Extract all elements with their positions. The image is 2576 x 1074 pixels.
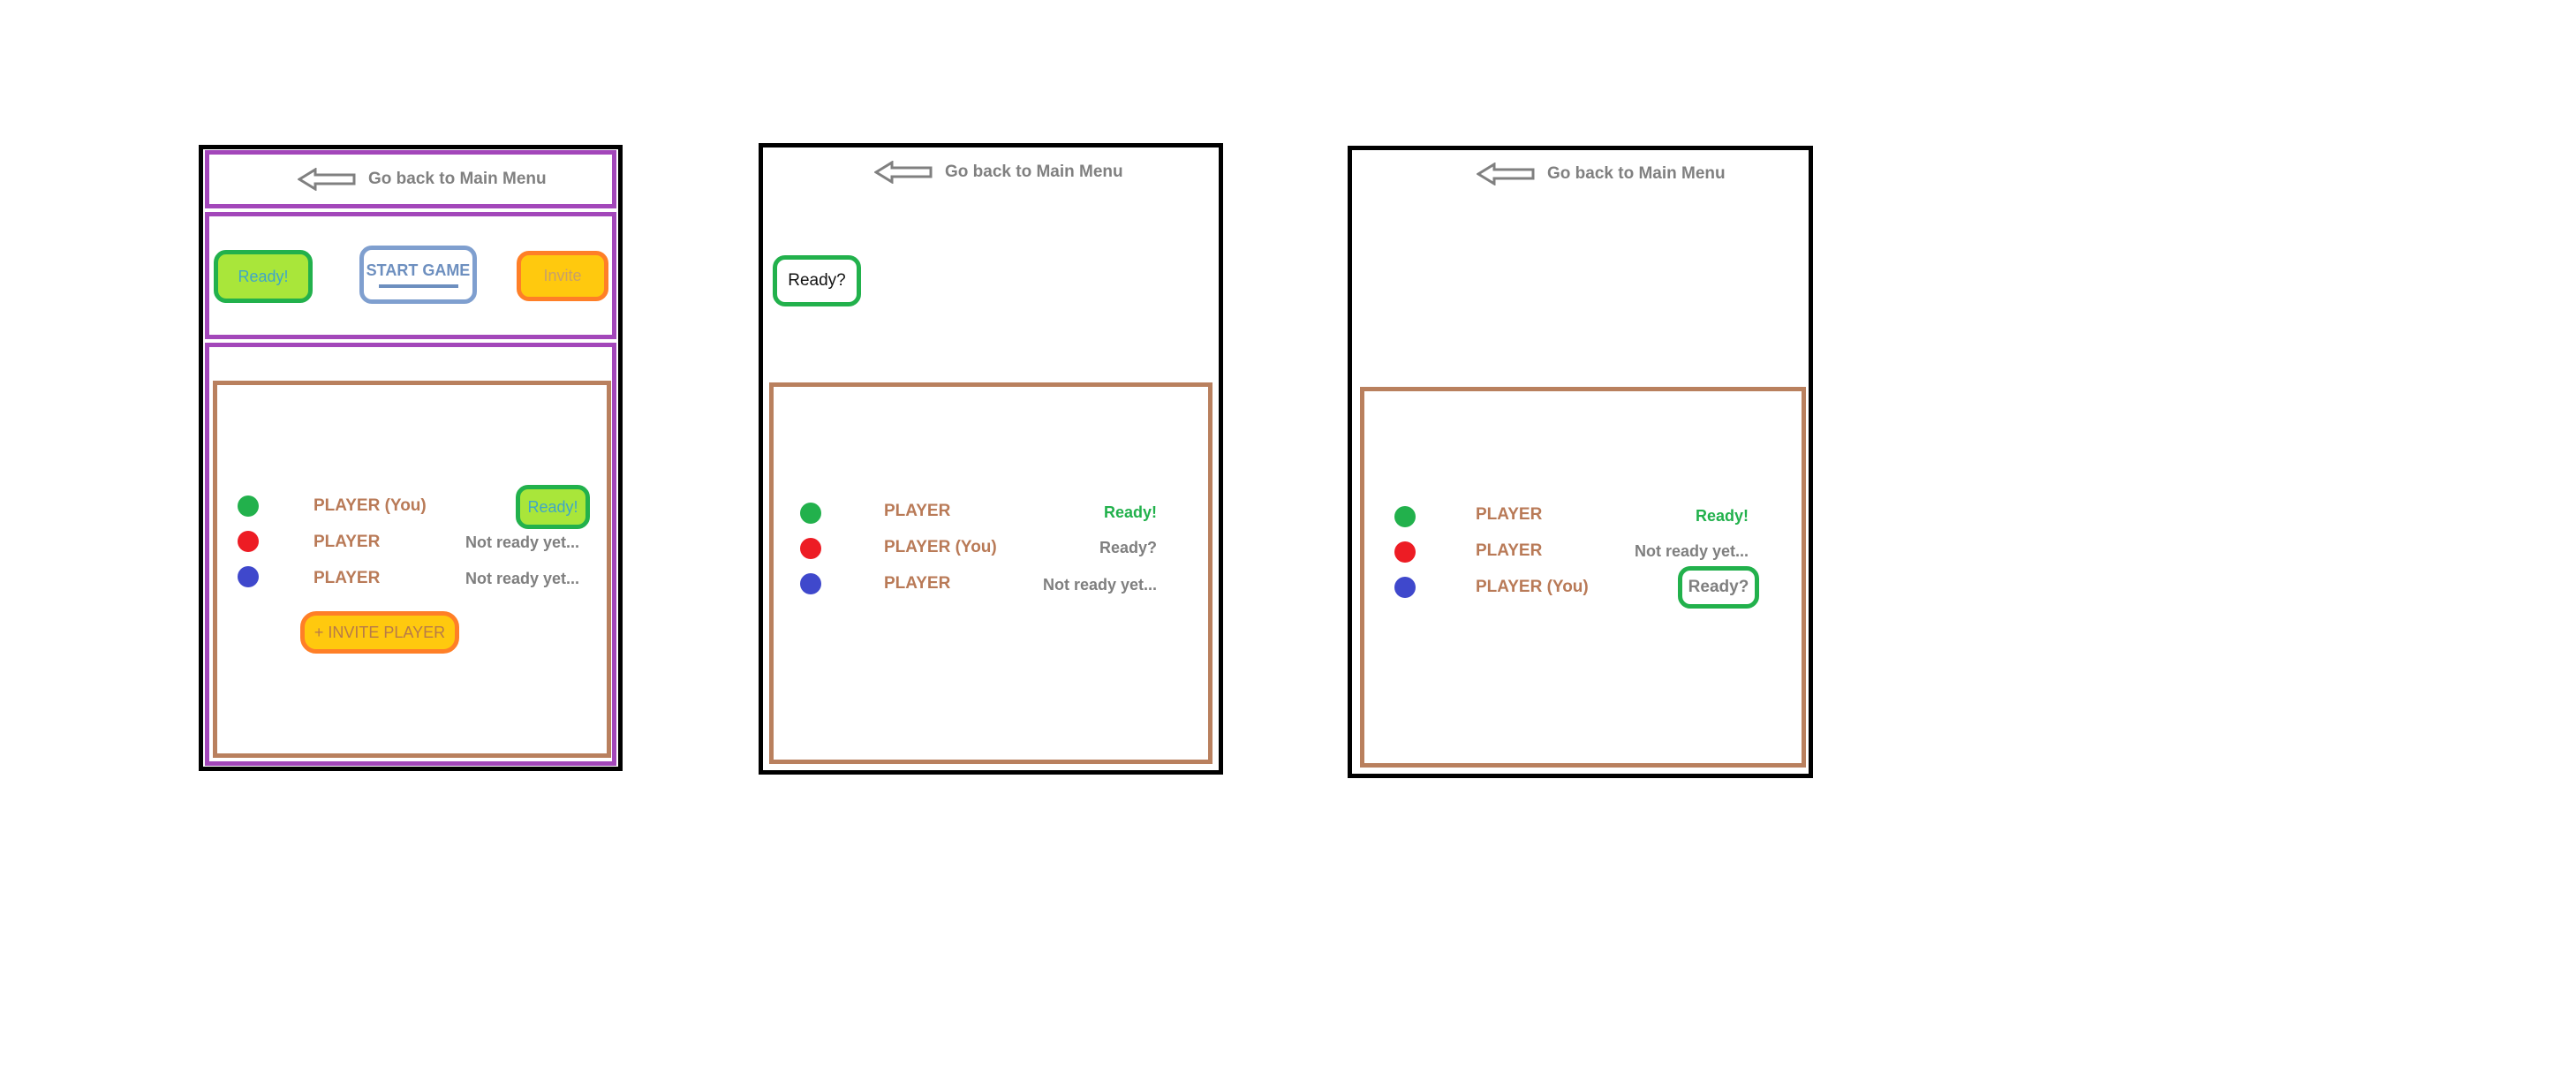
player-color-dot-green [1394,506,1416,527]
invite-player-label: + INVITE PLAYER [314,623,446,641]
start-game-underline [378,284,458,288]
player-name: PLAYER [314,569,381,587]
back-to-main-menu-link[interactable]: Go back to Main Menu [1477,163,1726,185]
player-color-dot-green [238,495,259,517]
player-color-dot-red [1394,541,1416,563]
back-label: Go back to Main Menu [368,170,547,188]
player-color-dot-red [800,538,821,559]
player-color-dot-blue [238,566,259,587]
player-status: Ready! [527,497,578,516]
start-game-button[interactable]: START GAME [359,246,477,304]
player-name: PLAYER [1476,505,1543,524]
ready-button-label: Ready! [238,267,289,285]
player-list-panel [769,382,1212,764]
ready-toggle-button[interactable]: Ready! [214,250,313,303]
invite-button[interactable]: Invite [517,251,608,301]
player-name: PLAYER [884,502,951,520]
back-label: Go back to Main Menu [945,163,1123,181]
player-name: PLAYER (You) [314,496,427,515]
back-to-main-menu-link[interactable]: Go back to Main Menu [874,161,1123,184]
player-name: PLAYER (You) [884,538,997,556]
back-to-main-menu-link[interactable]: Go back to Main Menu [298,168,547,191]
player-name: PLAYER (You) [1476,578,1589,596]
ready-toggle-button[interactable]: Ready? [773,255,861,306]
player-status: Ready! [1103,503,1157,521]
player-name: PLAYER [314,533,381,551]
invite-player-button[interactable]: + INVITE PLAYER [300,611,459,654]
player-ready-toggle-button[interactable]: Ready? [1678,566,1759,609]
player-color-dot-blue [1394,577,1416,598]
left-arrow-icon [874,161,933,184]
player-status: Not ready yet... [465,533,579,551]
player-status: Not ready yet... [1042,576,1157,594]
back-label: Go back to Main Menu [1547,164,1726,183]
player-color-dot-blue [800,573,821,594]
player-status: Ready! [1695,507,1749,525]
invite-button-label: Invite [543,267,582,284]
left-arrow-icon [1477,163,1535,185]
left-arrow-icon [298,168,356,191]
player-status: Not ready yet... [1634,542,1749,560]
player-color-dot-red [238,531,259,552]
player-name: PLAYER [884,574,951,593]
player-name: PLAYER [1476,541,1543,560]
player-status: Not ready yet... [465,570,579,587]
ready-button-label: Ready? [788,271,846,290]
start-game-label: START GAME [366,261,471,279]
player-ready-badge[interactable]: Ready! [516,485,590,529]
player-status: Ready? [1688,578,1749,596]
player-color-dot-green [800,503,821,524]
player-status: Ready? [1099,539,1157,556]
